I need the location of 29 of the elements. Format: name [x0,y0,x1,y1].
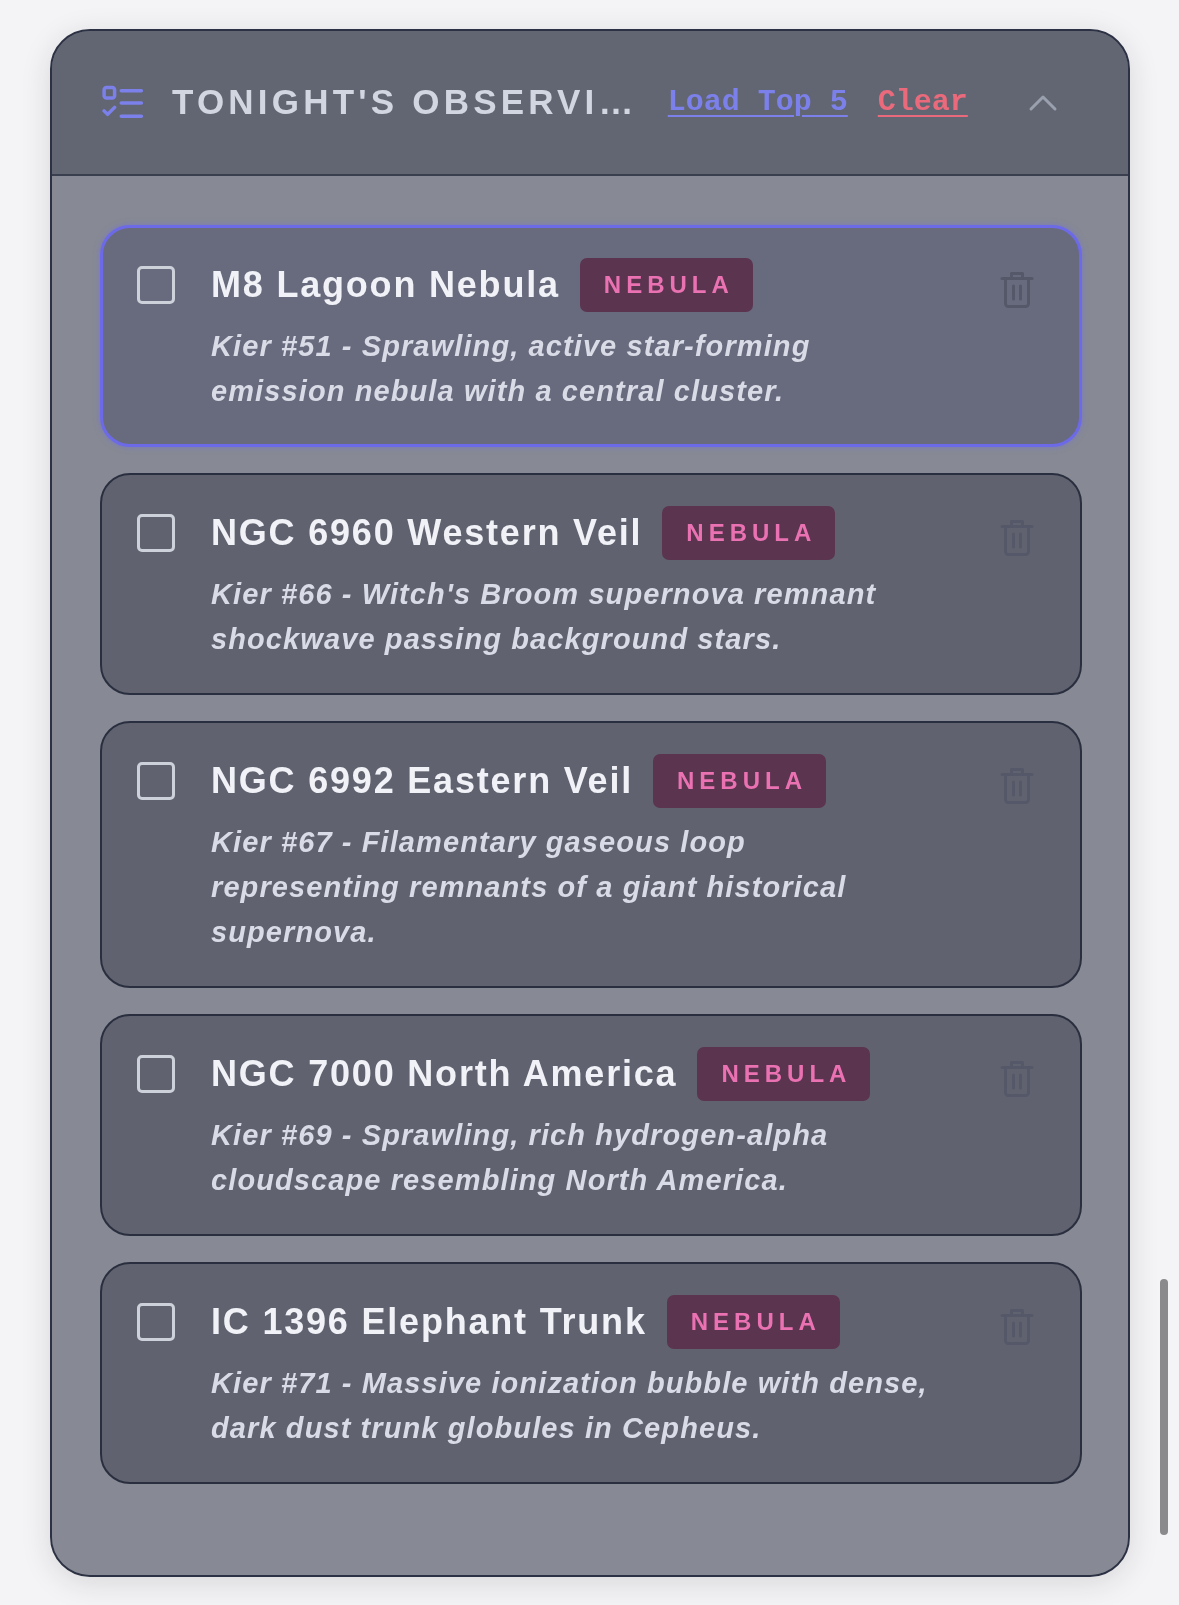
category-tag: NEBULA [697,1047,871,1101]
object-name: M8 Lagoon Nebula [211,263,560,307]
category-tag: NEBULA [653,754,826,808]
object-description: Kier #66 - Witch's Broom supernova remnant shockwave passing background stars. [211,577,878,657]
object-description: Kier #69 - Sprawling, rich hydrogen-alpha cloudscape resembling North America. [211,1118,830,1198]
chevron-up-icon[interactable] [1028,93,1058,112]
object-card[interactable]: NGC 6992 Eastern Veil NEBULA Kier #67 - Filamentary gaseous loop representing remnants of a giant historical supernova. [100,721,1082,988]
object-card[interactable]: NGC 7000 North America NEBULA Kier #69 - Sprawling, rich hydrogen-alpha cloudscape resembling North America. [100,1014,1082,1236]
object-card[interactable]: M8 Lagoon Nebula NEBULA Kier #51 - Sprawling, active star-forming emission nebula with a central cluster. [100,225,1082,447]
scrollbar-thumb[interactable] [1160,1279,1168,1535]
checkbox[interactable] [137,1055,175,1093]
panel-title: TONIGHT'S OBSERVI… [172,81,638,124]
checkbox[interactable] [137,266,175,304]
object-card[interactable]: IC 1396 Elephant Trunk NEBULA Kier #71 - Massive ionization bubble with dense, dark dust trunk globules in Cepheus. [100,1262,1082,1484]
object-description: Kier #71 - Massive ionization bubble with dense, dark dust trunk globules in Cepheus. [211,1366,929,1446]
object-name: NGC 6992 Eastern Veil [211,759,633,803]
object-name: NGC 7000 North America [211,1052,678,1096]
category-tag: NEBULA [579,258,753,312]
object-name: IC 1396 Elephant Trunk [211,1300,647,1344]
checkbox[interactable] [137,1303,175,1341]
checkbox[interactable] [137,514,175,552]
object-card[interactable]: NGC 6960 Western Veil NEBULA Kier #66 - Witch's Broom supernova remnant shockwave passing background stars. [100,473,1082,695]
checkbox[interactable] [137,762,175,800]
object-description: Kier #51 - Sprawling, active star-forming emission nebula with a central cluster. [211,329,812,409]
object-description: Kier #67 - Filamentary gaseous loop representing remnants of a giant historical supernova. [211,825,848,950]
object-name: NGC 6960 Western Veil [211,511,643,555]
category-tag: NEBULA [662,506,836,560]
checklist-icon [102,84,144,121]
category-tag: NEBULA [666,1295,840,1349]
